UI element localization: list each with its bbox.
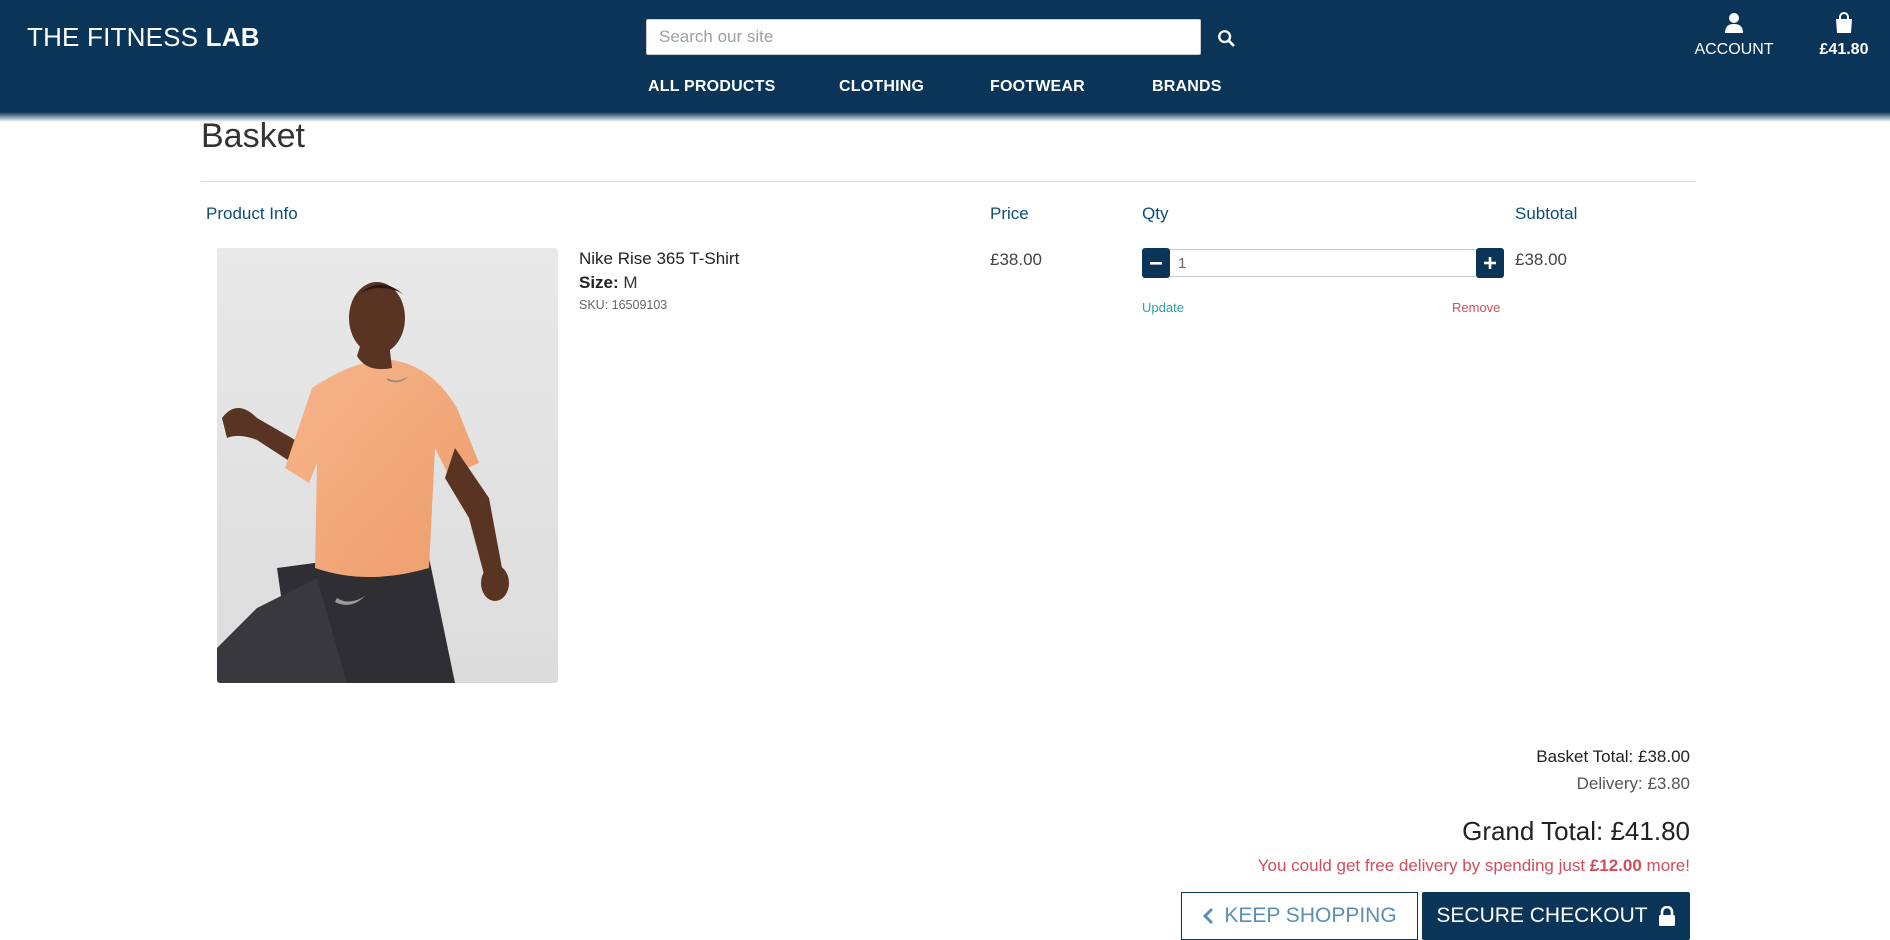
search-icon [1218, 30, 1235, 47]
basket-total: Basket Total: £38.00 [1536, 747, 1690, 766]
main-nav: ALL PRODUCTS CLOTHING FOOTWEAR BRANDS [0, 78, 1890, 100]
site-logo[interactable]: THE FITNESS LAB [27, 22, 260, 53]
logo-regular-text: THE FITNESS [27, 22, 199, 52]
user-icon [1725, 13, 1743, 33]
secure-checkout-button[interactable]: SECURE CHECKOUT [1422, 892, 1690, 940]
decrement-qty-button[interactable] [1142, 248, 1170, 278]
update-link[interactable]: Update [1142, 300, 1184, 315]
increment-qty-button[interactable] [1476, 248, 1504, 278]
basket-link[interactable]: £41.80 [1815, 12, 1873, 59]
keep-shopping-button[interactable]: KEEP SHOPPING [1181, 892, 1418, 940]
product-name[interactable]: Nike Rise 365 T-Shirt [579, 249, 739, 269]
plus-icon [1484, 257, 1496, 269]
divider [201, 181, 1696, 182]
nav-clothing[interactable]: CLOTHING [839, 78, 924, 96]
size-label: Size: [579, 273, 619, 292]
column-header-price: Price [990, 204, 1029, 223]
remove-link[interactable]: Remove [1452, 300, 1500, 315]
size-value: M [623, 273, 638, 292]
account-label: ACCOUNT [1694, 41, 1774, 58]
chevron-left-icon [1203, 907, 1214, 925]
column-header-qty: Qty [1142, 204, 1169, 223]
product-sku: SKU: 16509103 [579, 298, 668, 312]
delivery-cost: Delivery: £3.80 [1576, 774, 1690, 793]
free-delivery-suffix: more! [1646, 856, 1690, 875]
minus-icon [1150, 262, 1162, 265]
shopping-bag-icon [1836, 12, 1852, 33]
site-header: THE FITNESS LAB ALL PRODUCTS CLOTHING FO… [0, 0, 1890, 122]
nav-all-products[interactable]: ALL PRODUCTS [648, 78, 775, 96]
column-header-subtotal: Subtotal [1515, 204, 1578, 223]
secure-checkout-label: SECURE CHECKOUT [1436, 904, 1648, 927]
item-subtotal: £38.00 [1515, 250, 1567, 269]
logo-bold-text: LAB [205, 22, 260, 52]
quantity-input[interactable] [1170, 249, 1476, 277]
account-link[interactable]: ACCOUNT [1690, 12, 1778, 59]
grand-total: Grand Total: £41.80 [1462, 816, 1690, 846]
free-delivery-amount: £12.00 [1589, 856, 1642, 875]
product-size: Size: M [579, 273, 638, 293]
item-price: £38.00 [990, 250, 1042, 269]
free-delivery-message: You could get free delivery by spending … [1258, 856, 1690, 876]
nav-brands[interactable]: BRANDS [1152, 78, 1222, 96]
search-input[interactable] [646, 19, 1201, 55]
keep-shopping-label: KEEP SHOPPING [1224, 904, 1397, 927]
free-delivery-prefix: You could get free delivery by spending … [1257, 856, 1586, 875]
nav-footwear[interactable]: FOOTWEAR [990, 78, 1085, 96]
product-image[interactable] [217, 248, 558, 683]
basket-total-label: £41.80 [1819, 41, 1869, 58]
page-title: Basket [201, 117, 305, 155]
lock-icon [1658, 906, 1675, 926]
column-header-product: Product Info [206, 204, 298, 223]
search-button[interactable] [1212, 24, 1240, 52]
